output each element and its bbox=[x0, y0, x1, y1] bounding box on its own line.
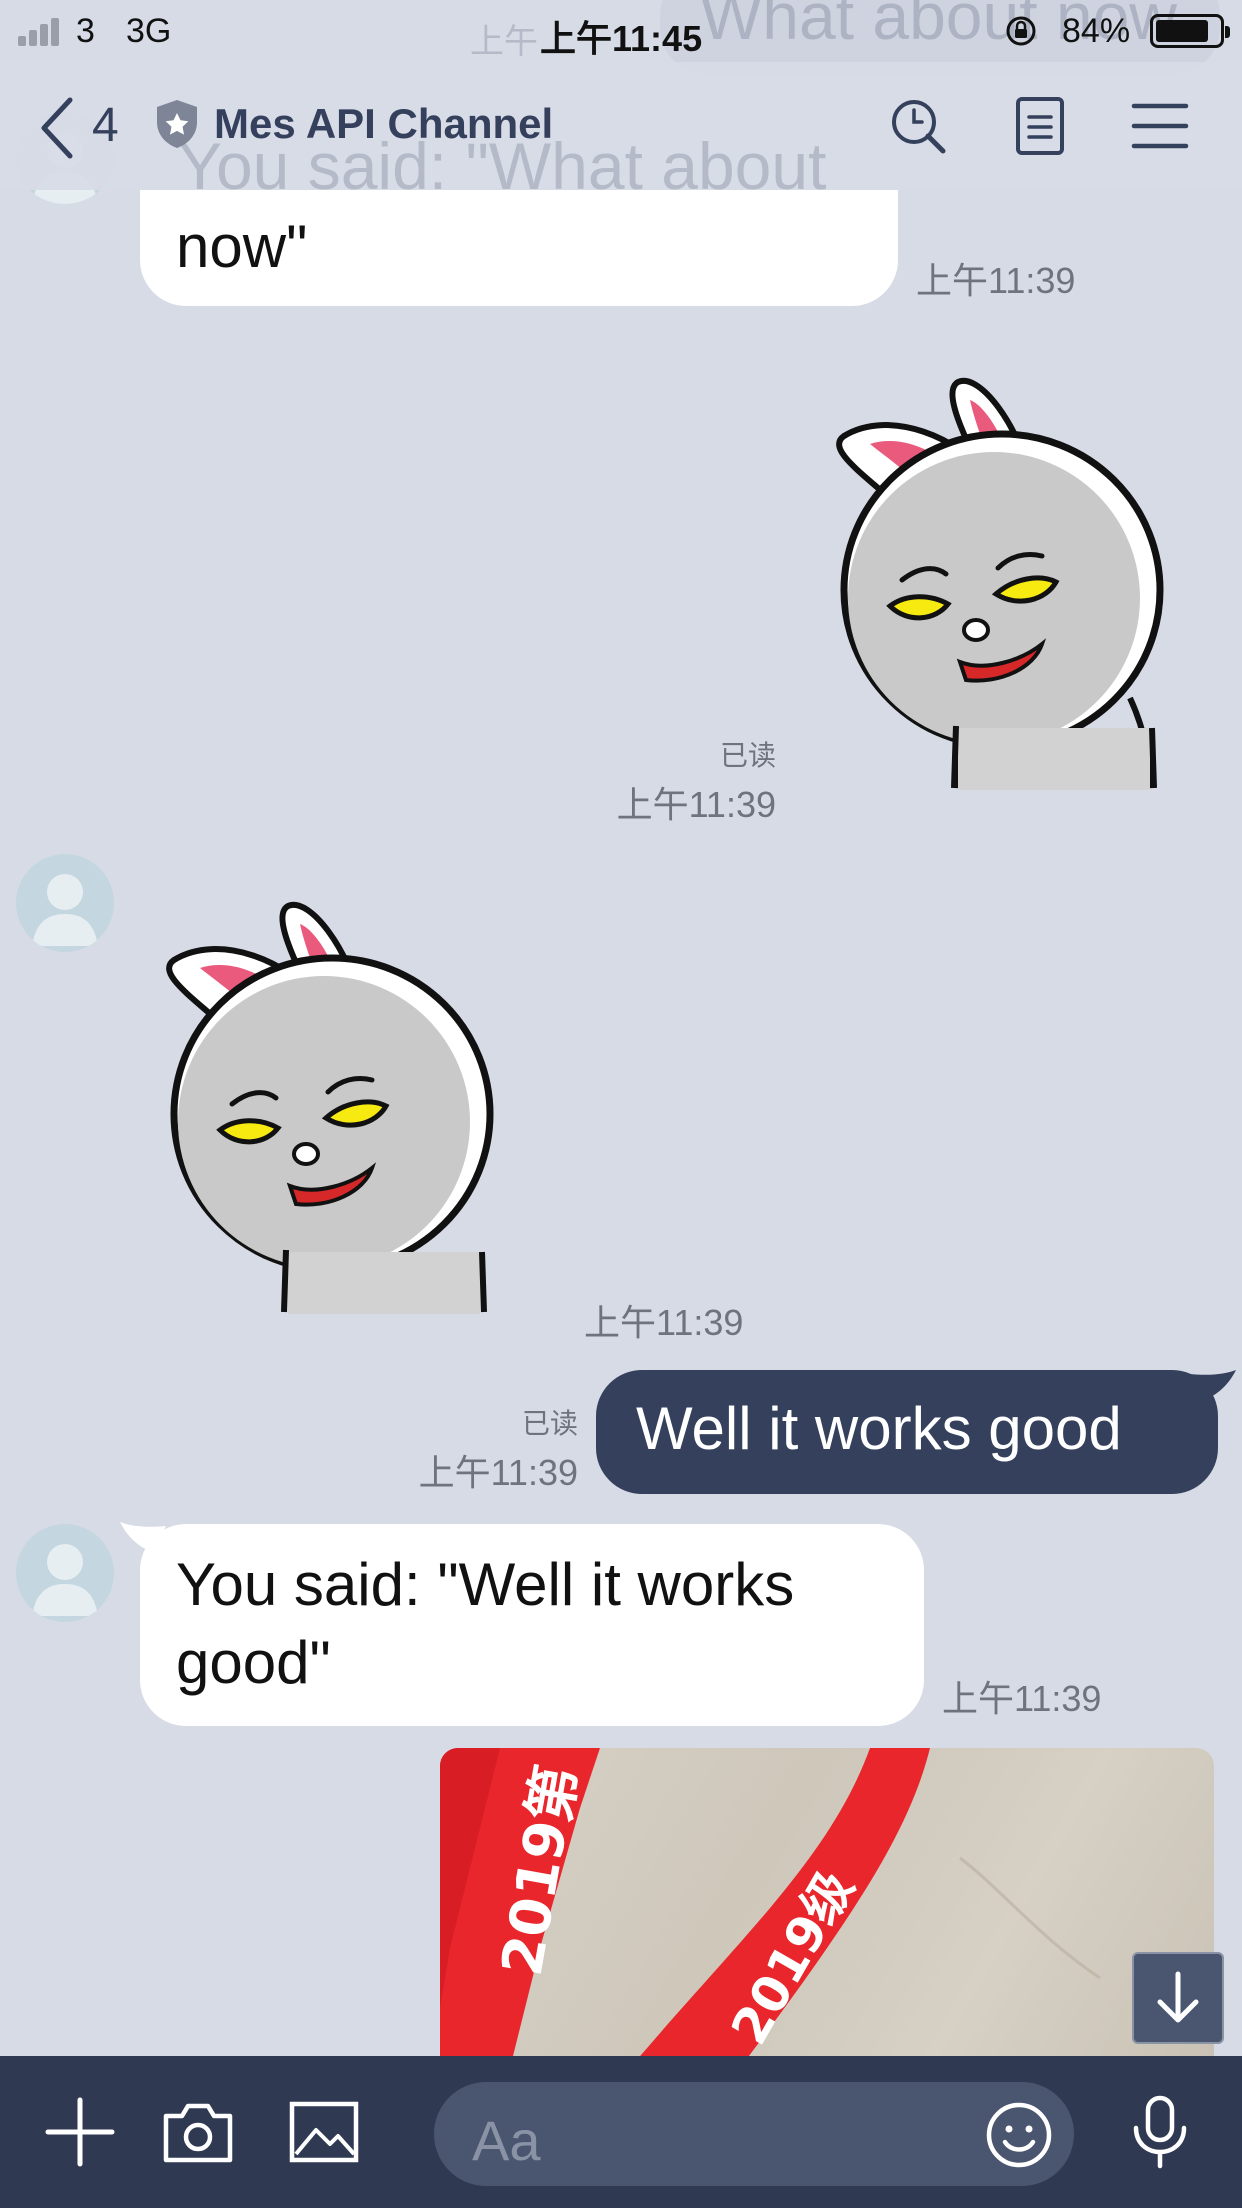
menu-icon[interactable] bbox=[1130, 96, 1190, 156]
image-icon[interactable] bbox=[286, 2094, 362, 2170]
sticker-bunny[interactable] bbox=[830, 368, 1170, 798]
chat-header: You said: "What about 4 Mes API Channel bbox=[0, 62, 1242, 203]
arrow-down-icon bbox=[1157, 1971, 1199, 2023]
microphone-icon[interactable] bbox=[1122, 2094, 1198, 2170]
message-time: 上午11:39 bbox=[584, 1302, 744, 1343]
avatar[interactable] bbox=[16, 854, 114, 952]
message-photo[interactable]: 2019第 2019级 bbox=[440, 1748, 1214, 2068]
bubble-tail bbox=[1190, 1370, 1236, 1400]
status-clock: 上午11:45 bbox=[540, 18, 703, 59]
message-time: 已读 上午11:39 bbox=[404, 1402, 578, 1496]
message-text: Well it works good bbox=[636, 1395, 1122, 1462]
network-label: 3G bbox=[126, 12, 172, 50]
message-text: now" bbox=[176, 213, 308, 280]
scroll-to-bottom-button[interactable] bbox=[1132, 1952, 1224, 2044]
message-input-bar: Aa bbox=[0, 2056, 1242, 2208]
message-placeholder: Aa bbox=[472, 2109, 541, 2172]
camera-icon[interactable] bbox=[160, 2094, 236, 2170]
status-bar: 3 3G 上午11:45 84% bbox=[0, 0, 1242, 62]
read-receipt: 已读 bbox=[521, 1408, 578, 1439]
bunny-sticker-art bbox=[836, 377, 1164, 790]
unread-count: 4 bbox=[92, 99, 119, 152]
plus-icon[interactable] bbox=[42, 2094, 118, 2170]
emoji-icon[interactable] bbox=[984, 2100, 1054, 2170]
message-text: You said: "Well it works good" bbox=[176, 1551, 795, 1696]
message-bubble-sent[interactable]: Well it works good bbox=[596, 1370, 1218, 1494]
notes-icon[interactable] bbox=[1010, 96, 1070, 156]
bunny-sticker-art bbox=[166, 901, 494, 1314]
carrier-label: 3 bbox=[76, 12, 95, 50]
battery-icon bbox=[1150, 14, 1230, 48]
channel-name: Mes API Channel bbox=[214, 100, 554, 147]
message-time: 上午11:39 bbox=[942, 1678, 1102, 1719]
message-bubble-received[interactable]: You said: "Well it works good" bbox=[140, 1524, 924, 1726]
message-time: 已读 上午11:39 bbox=[606, 734, 776, 828]
message-time: 上午11:39 bbox=[916, 260, 1076, 301]
lanyard-photo: 2019第 2019级 bbox=[440, 1748, 1101, 2068]
shield-icon bbox=[157, 100, 197, 148]
signal-icon bbox=[18, 16, 68, 46]
read-receipt: 已读 bbox=[719, 740, 776, 771]
sticker-bunny[interactable] bbox=[160, 892, 500, 1322]
battery-percent: 84% bbox=[1062, 12, 1131, 50]
message-input[interactable]: Aa bbox=[434, 2082, 1074, 2186]
message-bubble-received[interactable]: now" bbox=[140, 190, 898, 306]
avatar[interactable] bbox=[16, 1524, 114, 1622]
back-button[interactable]: 4 bbox=[28, 92, 148, 159]
back-icon bbox=[41, 97, 73, 159]
search-icon[interactable] bbox=[888, 96, 948, 156]
orientation-lock-icon bbox=[1006, 16, 1036, 46]
